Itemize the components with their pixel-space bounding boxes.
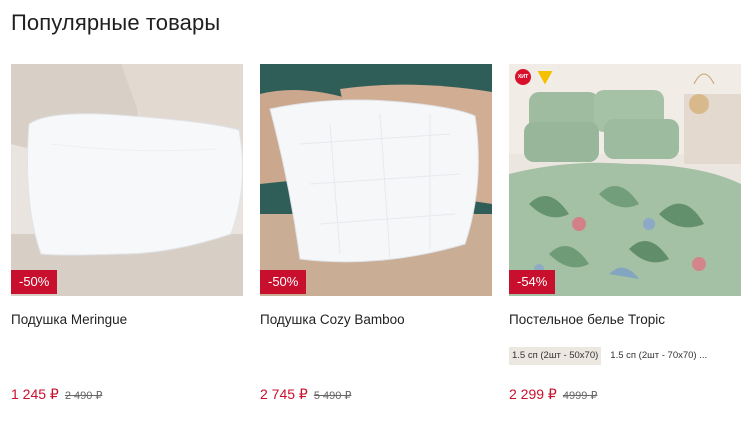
old-price: 2 490 ₽: [64, 390, 103, 402]
pillow-photo-icon: [260, 64, 492, 296]
product-name[interactable]: Постельное белье Tropic: [509, 312, 665, 327]
current-price: 2 745 ₽: [260, 386, 308, 402]
old-price: 5 490 ₽: [313, 390, 352, 402]
discount-badge: -54%: [509, 270, 556, 294]
price-block: 2 745 ₽ 5 490 ₽: [260, 386, 351, 403]
current-price: 1 245 ₽: [11, 386, 59, 402]
discount-badge: -50%: [260, 270, 307, 294]
product-card[interactable]: -50% Подушка Meringue 1 245 ₽ 2 490 ₽: [11, 64, 243, 424]
price-block: 1 245 ₽ 2 490 ₽: [11, 386, 102, 403]
size-variant[interactable]: 1.5 сп (2шт - 50x70): [509, 347, 602, 365]
product-image[interactable]: ХИТ: [509, 64, 741, 296]
product-image[interactable]: [260, 64, 492, 296]
product-card[interactable]: -50% Подушка Cozy Bamboo 2 745 ₽ 5 490 ₽: [260, 64, 492, 424]
section-title: Популярные товары: [11, 10, 221, 35]
current-price: 2 299 ₽: [509, 386, 557, 402]
product-name[interactable]: Подушка Meringue: [11, 312, 127, 327]
product-image[interactable]: [11, 64, 243, 296]
pillow-photo-icon: [11, 64, 243, 296]
old-price: 4999 ₽: [562, 390, 598, 402]
heart-icon[interactable]: [536, 68, 554, 86]
product-card[interactable]: ХИТ -54% Постельное белье Tropic 1.5 сп …: [509, 64, 741, 424]
hit-badge: ХИТ: [515, 69, 531, 85]
favorite-icon: [537, 71, 553, 85]
price-block: 2 299 ₽ 4999 ₽: [509, 386, 597, 403]
product-name[interactable]: Подушка Cozy Bamboo: [260, 312, 405, 327]
size-variants: 1.5 сп (2шт - 50x70) 1.5 сп (2шт - 70x70…: [509, 347, 710, 365]
size-variant[interactable]: 1.5 сп (2шт - 70x70) ...: [607, 347, 710, 365]
discount-badge: -50%: [11, 270, 58, 294]
